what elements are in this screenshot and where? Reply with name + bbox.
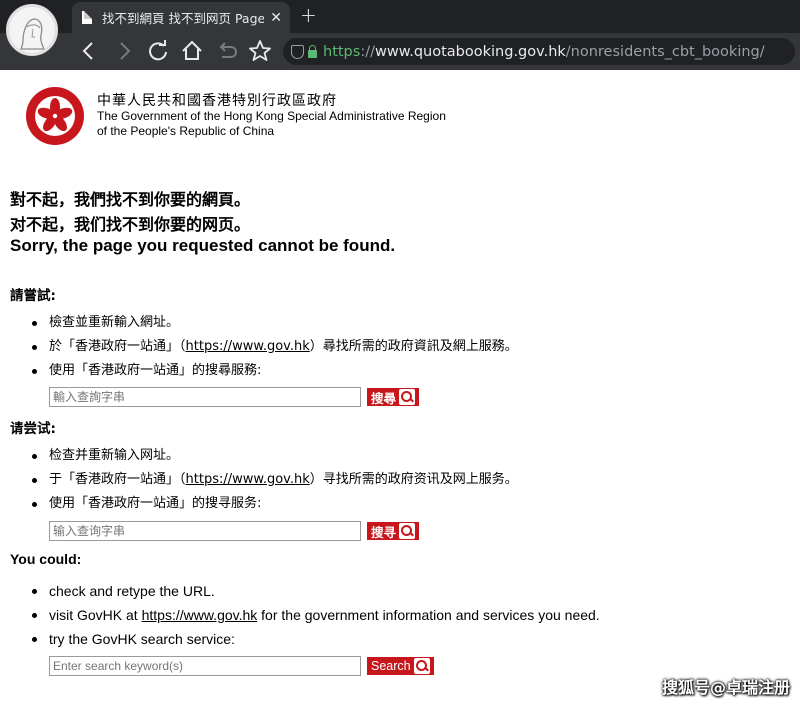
en-item2-post: for the government information and servi…	[257, 607, 600, 623]
list-item: 使用「香港政府一站通」的搜尋服務:	[32, 359, 518, 383]
search-input-en[interactable]	[49, 656, 361, 676]
document-icon	[82, 11, 92, 24]
sc-search-row: 搜寻	[49, 521, 420, 541]
sc-item2-post: ）寻找所需的政府资讯及网上服务。	[309, 472, 518, 487]
list-item: visit GovHK at https://www.gov.hk for th…	[32, 603, 600, 627]
search-button-label: 搜寻	[371, 524, 397, 540]
search-button-tc[interactable]: 搜尋	[367, 388, 420, 406]
close-icon[interactable]: ✕	[270, 10, 282, 26]
en-item1-text: check and retype the URL.	[49, 583, 215, 599]
home-icon[interactable]	[179, 38, 205, 64]
magnifier-icon	[399, 389, 416, 405]
government-name: 中華人民共和國香港特別行政區政府 The Government of the H…	[97, 94, 446, 139]
list-item: 于「香港政府一站通」（https://www.gov.hk）寻找所需的政府资讯及…	[32, 468, 518, 492]
search-input-tc[interactable]	[49, 387, 361, 407]
sc-item1-text: 检查并重新输入网址。	[49, 448, 180, 463]
url-separator: ://	[360, 43, 375, 60]
magnifier-icon	[399, 523, 416, 539]
list-item: 检查并重新输入网址。	[32, 444, 518, 468]
browser-tab[interactable]: 找不到網頁 找不到网页 Page ✕	[72, 2, 290, 33]
tc-option-list: 檢查並重新輸入網址。 於「香港政府一站通」（https://www.gov.hk…	[32, 311, 518, 383]
sc-heading: 请尝试:	[10, 421, 56, 437]
browser-toolbar: https://www.quotabooking.gov.hk/nonresid…	[0, 33, 800, 70]
search-button-label: Search	[371, 659, 411, 673]
tc-search-row: 搜尋	[49, 387, 420, 407]
en-item3-text: try the GovHK search service:	[49, 631, 235, 647]
government-name-en-line1: The Government of the Hong Kong Special …	[97, 109, 446, 123]
tc-item2-pre: 於「香港政府一站通」（	[49, 339, 186, 354]
government-name-en-line2: of the People's Republic of China	[97, 124, 275, 138]
lock-icon[interactable]	[308, 44, 317, 58]
en-item2-pre: visit GovHK at	[49, 607, 142, 623]
en-heading: You could:	[10, 551, 82, 567]
tc-item1-text: 檢查並重新輸入網址。	[49, 315, 180, 330]
en-option-list: check and retype the URL. visit GovHK at…	[32, 579, 600, 651]
url-scheme: https	[323, 43, 361, 60]
government-name-zh: 中華人民共和國香港特別行政區政府	[97, 93, 337, 109]
plus-icon[interactable]: +	[300, 3, 317, 27]
url-text[interactable]: https://www.quotabooking.gov.hk/nonresid…	[323, 44, 765, 60]
browser-tab-strip: 找不到網頁 找不到网页 Page ✕ +	[0, 0, 800, 33]
list-item: 使用「香港政府一站通」的搜寻服务:	[32, 492, 518, 516]
error-message-tc: 對不起，我們找不到你要的網頁。	[10, 190, 251, 209]
star-icon[interactable]	[247, 38, 273, 64]
forward-arrow-icon[interactable]	[111, 38, 137, 64]
address-bar[interactable]: https://www.quotabooking.gov.hk/nonresid…	[283, 38, 795, 65]
search-button-en[interactable]: Search	[367, 657, 434, 675]
error-message-sc: 对不起，我们找不到你要的网页。	[10, 215, 251, 234]
magnifier-icon	[413, 658, 430, 674]
govhk-link[interactable]: https://www.gov.hk	[142, 607, 258, 623]
list-item: check and retype the URL.	[32, 579, 600, 603]
back-arrow-icon[interactable]	[76, 38, 102, 64]
list-item: try the GovHK search service:	[32, 627, 600, 651]
url-path: /nonresidents_cbt_booking/	[565, 43, 765, 60]
list-item: 於「香港政府一站通」（https://www.gov.hk）尋找所需的政府資訊及…	[32, 335, 518, 359]
govhk-link[interactable]: https://www.gov.hk	[186, 339, 310, 354]
sc-item3-text: 使用「香港政府一站通」的搜寻服务:	[49, 496, 262, 511]
sc-option-list: 检查并重新输入网址。 于「香港政府一站通」（https://www.gov.hk…	[32, 444, 518, 516]
url-host: www.quotabooking.gov.hk	[374, 43, 566, 60]
govhk-link[interactable]: https://www.gov.hk	[186, 472, 310, 487]
list-item: 檢查並重新輸入網址。	[32, 311, 518, 335]
error-message-en: Sorry, the page you requested cannot be …	[10, 236, 396, 255]
search-input-sc[interactable]	[49, 521, 361, 541]
hksar-emblem	[26, 87, 84, 145]
sc-item2-pre: 于「香港政府一站通」（	[49, 472, 186, 487]
search-button-label: 搜尋	[371, 390, 397, 406]
tc-item2-post: ）尋找所需的政府資訊及網上服務。	[309, 339, 518, 354]
undo-icon[interactable]	[213, 38, 239, 64]
tc-item3-text: 使用「香港政府一站通」的搜尋服務:	[49, 363, 262, 378]
tab-title: 找不到網頁 找不到网页 Page	[102, 11, 265, 26]
watermark: 搜狐号@卓瑞注册	[661, 678, 790, 697]
profile-avatar[interactable]	[6, 4, 58, 56]
en-search-row: Search	[49, 656, 434, 676]
search-button-sc[interactable]: 搜寻	[367, 522, 420, 540]
shield-icon[interactable]	[291, 44, 304, 59]
tc-heading: 請嘗試:	[10, 288, 56, 304]
reload-icon[interactable]	[145, 38, 171, 64]
